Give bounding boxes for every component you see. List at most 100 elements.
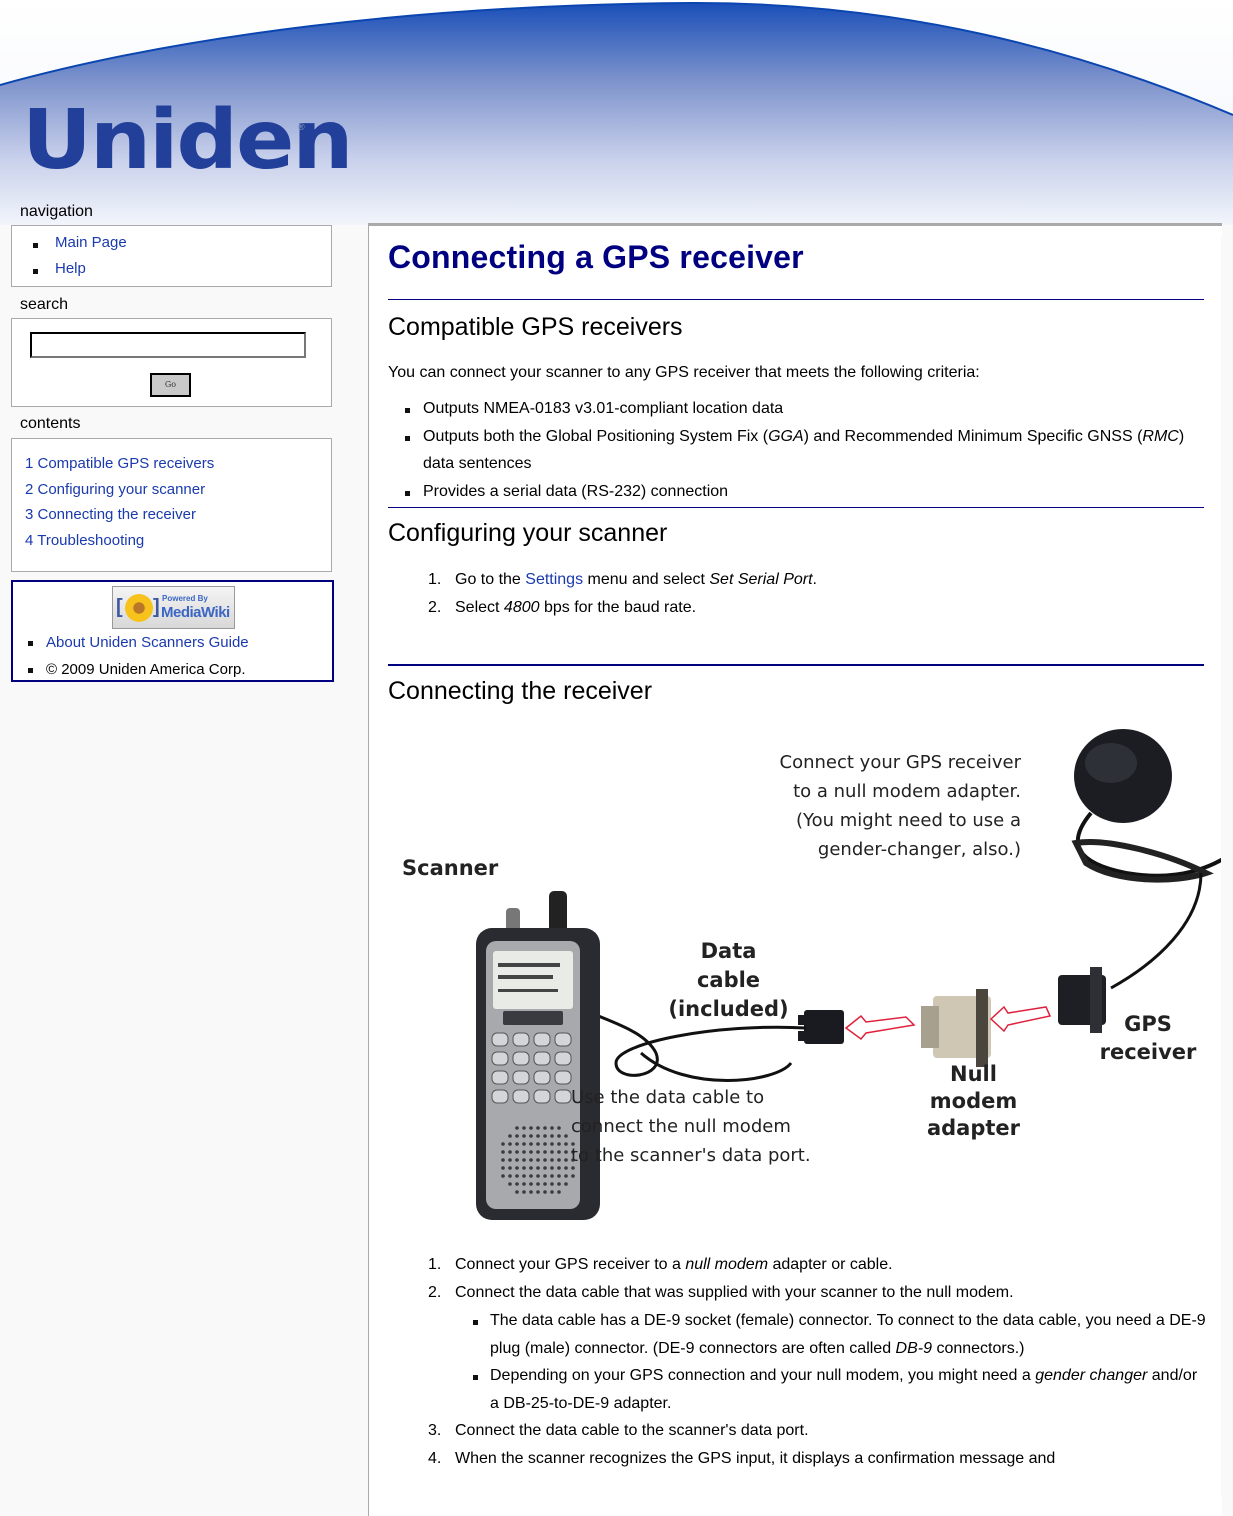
text-run: The data cable has a DE-9 socket (female… — [490, 1312, 1206, 1357]
speaker-hole — [501, 1166, 505, 1170]
gender-changer-term: gender changer — [1035, 1367, 1148, 1384]
speaker-hole — [557, 1174, 561, 1178]
label-line: (You might need to use a — [795, 810, 1021, 831]
label-use-data-cable: Use the data cable to connect the null m… — [571, 1083, 811, 1170]
text-run: connectors.) — [932, 1339, 1025, 1357]
scanner-key — [533, 1070, 551, 1085]
uniden-logo[interactable]: Uniden — [22, 100, 354, 182]
gga-term: GGA — [768, 427, 804, 445]
label-data-cable: Data cable (included) — [666, 937, 791, 1024]
speaker-hole — [508, 1182, 512, 1186]
speaker-hole — [515, 1150, 519, 1154]
toc-link-connecting[interactable]: 3 Connecting the receiver — [25, 506, 196, 523]
speaker-hole — [508, 1134, 512, 1138]
label-line: gender-changer, also.) — [817, 839, 1021, 860]
rmc-term: RMC — [1142, 427, 1179, 445]
section-divider — [388, 299, 1204, 300]
speaker-hole — [564, 1134, 568, 1138]
label-line: connect the null modem — [571, 1116, 791, 1137]
speaker-hole — [550, 1142, 554, 1146]
speaker-hole — [543, 1158, 547, 1162]
speaker-hole — [501, 1174, 505, 1178]
speaker-hole — [557, 1142, 561, 1146]
speaker-hole — [550, 1158, 554, 1162]
speaker-hole — [543, 1182, 547, 1186]
speaker-hole — [557, 1158, 561, 1162]
go-button[interactable]: Go — [150, 373, 191, 397]
speaker-hole — [543, 1190, 547, 1194]
connect-step: 4. When the scanner recognizes the GPS in… — [388, 1445, 1208, 1473]
navigation-title: navigation — [20, 203, 93, 220]
nav-link-help[interactable]: Help — [55, 260, 86, 277]
nav-item-help[interactable]: Help — [12, 256, 331, 282]
nav-item-main-page[interactable]: Main Page — [12, 230, 331, 256]
search-input[interactable] — [30, 332, 306, 358]
speaker-hole — [515, 1190, 519, 1194]
criteria-list: Outputs NMEA-0183 v3.01-compliant locati… — [388, 395, 1208, 505]
toc-item[interactable]: 4 Troubleshooting — [25, 528, 331, 554]
connection-diagram: Connect your GPS receiver to a null mode… — [386, 723, 1233, 1223]
step-number: 4. — [428, 1450, 442, 1467]
toc-item[interactable]: 3 Connecting the receiver — [25, 502, 331, 528]
label-line: to the scanner's data port. — [571, 1145, 811, 1166]
footer-item-about[interactable]: About Uniden Scanners Guide — [13, 629, 332, 656]
scanner-key — [554, 1089, 572, 1104]
speaker-hole — [550, 1134, 554, 1138]
toc-item[interactable]: 2 Configuring your scanner — [25, 477, 331, 503]
scanner-key — [491, 1032, 509, 1047]
speaker-hole — [508, 1142, 512, 1146]
label-line: Data cable — [696, 939, 761, 992]
speaker-hole — [529, 1158, 533, 1162]
connect-step: 3. Connect the data cable to the scanner'… — [388, 1417, 1208, 1445]
toc-item[interactable]: 1 Compatible GPS receivers — [25, 451, 331, 477]
speaker-hole — [543, 1166, 547, 1170]
speaker-hole — [501, 1142, 505, 1146]
right-gutter — [1221, 236, 1233, 1498]
toc-link-compatible[interactable]: 1 Compatible GPS receivers — [25, 455, 214, 472]
speaker-hole — [501, 1150, 505, 1154]
section-divider — [388, 664, 1204, 666]
text-run: Go to the — [455, 571, 526, 588]
text-run: adapter or cable. — [768, 1256, 893, 1273]
copyright-text: © 2009 Uniden America Corp. — [46, 661, 246, 678]
scanner-key — [512, 1089, 530, 1104]
label-line: GPS — [1124, 1012, 1172, 1036]
speaker-hole — [529, 1142, 533, 1146]
speaker-hole — [557, 1190, 561, 1194]
speaker-hole — [550, 1150, 554, 1154]
scanner-key — [491, 1051, 509, 1066]
speaker-hole — [529, 1166, 533, 1170]
about-link[interactable]: About Uniden Scanners Guide — [46, 634, 249, 651]
speaker-hole — [536, 1190, 540, 1194]
speaker-hole — [522, 1142, 526, 1146]
step-number: 1. — [428, 571, 442, 588]
scanner-key — [533, 1032, 551, 1047]
speaker-hole — [515, 1134, 519, 1138]
scanner-key — [554, 1032, 572, 1047]
footer-item-copyright: © 2009 Uniden America Corp. — [13, 656, 332, 683]
speaker-hole — [522, 1166, 526, 1170]
powered-by-mediawiki-badge[interactable]: [ ] Powered By MediaWiki — [112, 586, 235, 629]
speaker-hole — [564, 1150, 568, 1154]
scanner-key — [512, 1051, 530, 1066]
speaker-hole — [536, 1158, 540, 1162]
heading-compatible: Compatible GPS receivers — [388, 313, 683, 341]
nav-link-main-page[interactable]: Main Page — [55, 234, 127, 251]
speaker-hole — [550, 1174, 554, 1178]
connect-substep: The data cable has a DE-9 socket (female… — [455, 1307, 1208, 1362]
section-divider — [388, 507, 1204, 508]
speaker-hole — [571, 1174, 575, 1178]
speaker-hole — [508, 1166, 512, 1170]
label-null-modem: Null modem adapter — [926, 1061, 1021, 1142]
speaker-hole — [550, 1190, 554, 1194]
main-content: Connecting a GPS receiver Compatible GPS… — [368, 223, 1233, 1516]
badge-line2: MediaWiki — [161, 604, 230, 621]
speaker-hole — [515, 1174, 519, 1178]
toc-link-configuring[interactable]: 2 Configuring your scanner — [25, 481, 205, 498]
connect-substeps: The data cable has a DE-9 socket (female… — [455, 1307, 1208, 1417]
scanner-key — [512, 1032, 530, 1047]
settings-link[interactable]: Settings — [525, 571, 583, 588]
configure-step: 2. Select 4800 bps for the baud rate. — [388, 594, 1208, 622]
toc-link-troubleshooting[interactable]: 4 Troubleshooting — [25, 532, 144, 549]
registered-mark: ® — [298, 122, 305, 132]
